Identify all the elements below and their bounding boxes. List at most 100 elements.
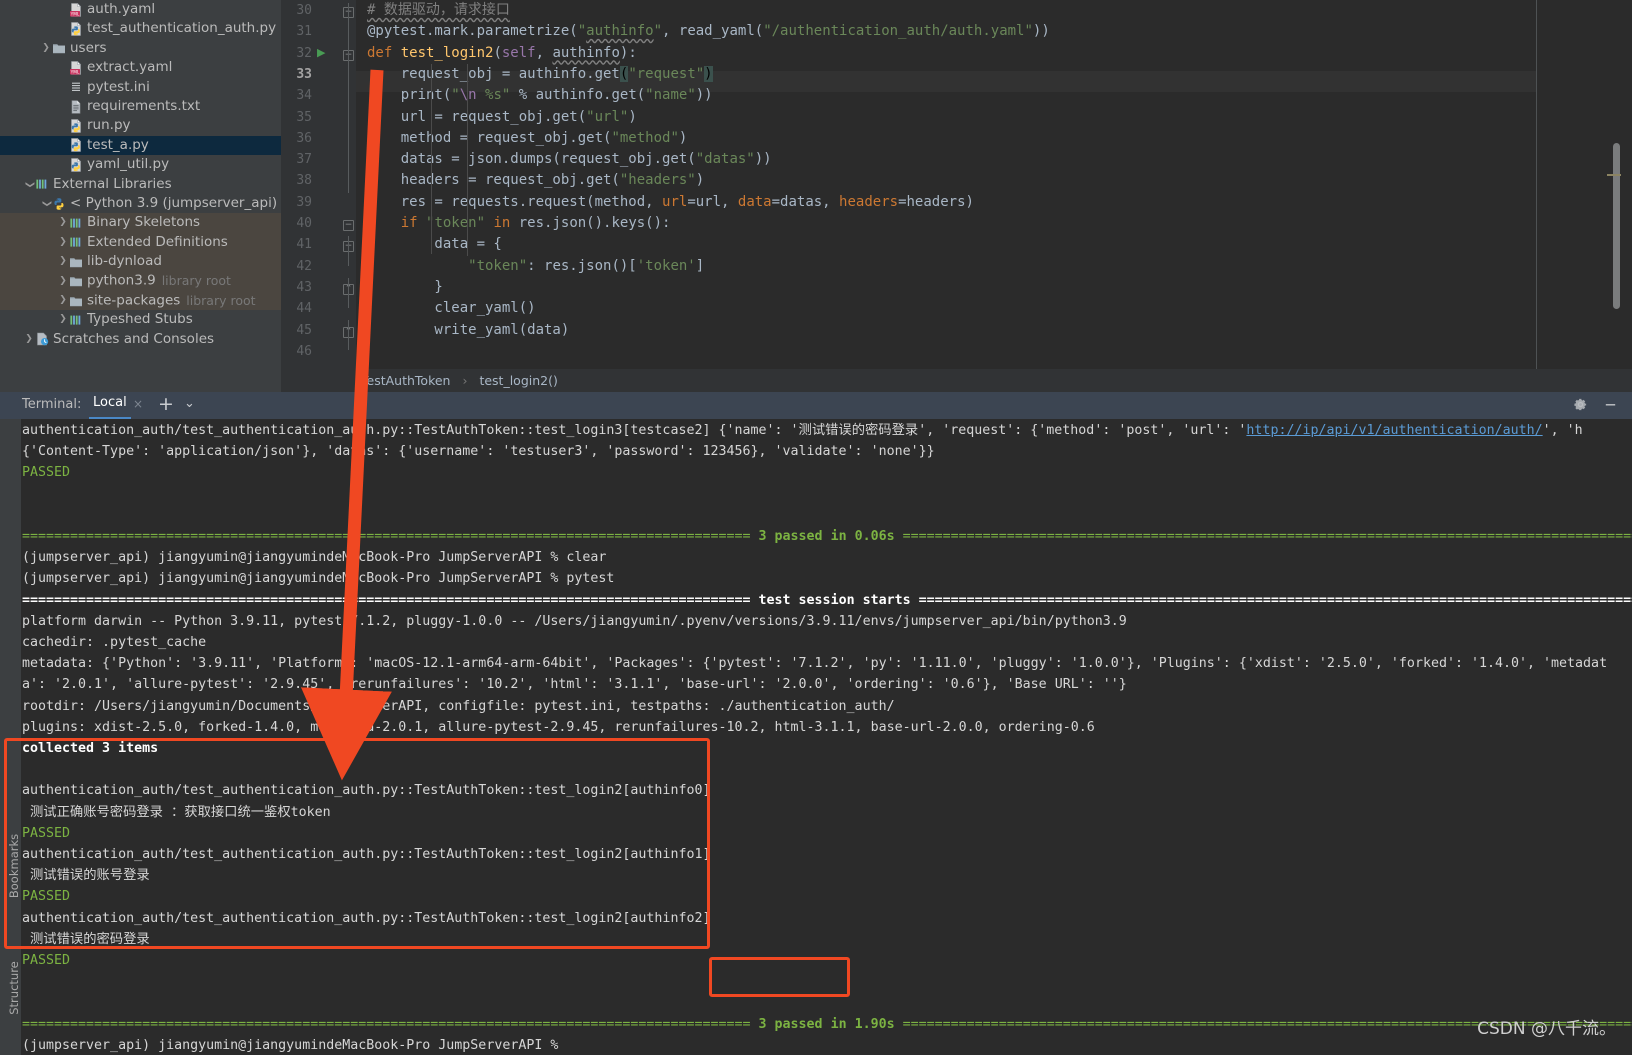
terminal-line: authentication_auth/test_authentication_… — [22, 783, 711, 799]
folder-icon — [69, 274, 83, 288]
code-line[interactable]: @pytest.mark.parametrize("authinfo", rea… — [367, 21, 1050, 42]
code-line[interactable]: write_yaml(data) — [367, 320, 569, 341]
sidebar-item-structure[interactable]: Structure — [7, 948, 21, 1028]
tree-item-label: requirements.txt — [87, 97, 201, 114]
terminal-line: a': '2.0.1', 'allure-pytest': '2.9.45', … — [22, 677, 1127, 693]
fold-connector — [348, 236, 349, 266]
tree-item-label: Scratches and Consoles — [53, 330, 215, 347]
left-tool-strip: Bookmarks Structure — [0, 419, 21, 1055]
code-content[interactable]: # 数据驱动，请求接口 @pytest.mark.parametrize("aut… — [367, 0, 1517, 369]
chevron-right-icon[interactable]: ❯ — [57, 252, 69, 271]
line-number: 38 — [296, 173, 312, 189]
chevron-right-icon[interactable]: ❯ — [57, 272, 69, 291]
library-icon — [69, 216, 83, 230]
terminal-toolbar: Terminal: Local × + ⌄ — [0, 392, 1632, 419]
tree-item-typeshed-stubs[interactable]: ❯ Typeshed Stubs — [0, 310, 281, 329]
tree-item-python-3-9-jumpserver-api-u[interactable]: ❯< Python 3.9 (jumpserver_api) > /U — [0, 194, 281, 213]
yaml-file-icon: YML — [69, 60, 83, 75]
editor-gutter[interactable]: 30−3132▶−3334353637383940−41−4243⌃4445⌃4… — [281, 0, 356, 369]
add-terminal-icon[interactable]: + — [158, 393, 174, 415]
tree-item-test-a-py[interactable]: test_a.py — [0, 135, 281, 156]
chevron-right-icon[interactable]: ❯ — [57, 213, 69, 232]
tree-item-auth-yaml[interactable]: YML auth.yaml — [0, 0, 281, 19]
chevron-right-icon[interactable]: ❯ — [40, 39, 52, 58]
line-number: 30 — [296, 3, 312, 18]
scrollbar-marker — [1607, 174, 1621, 176]
code-line[interactable]: request_obj = authinfo.get("request") — [367, 64, 713, 85]
chevron-down-icon[interactable]: ⌄ — [184, 396, 195, 411]
chevron-right-icon[interactable]: ❯ — [57, 310, 69, 329]
sidebar-item-bookmarks[interactable]: Bookmarks — [7, 826, 21, 906]
tree-item-external-libraries[interactable]: ❯ External Libraries — [0, 175, 281, 194]
line-number: 46 — [296, 343, 312, 359]
tree-item-label: test_authentication_auth.py — [87, 20, 277, 37]
code-editor[interactable]: 30−3132▶−3334353637383940−41−4243⌃4445⌃4… — [281, 0, 1632, 392]
terminal-line: 测试错误的密码登录 — [22, 931, 150, 947]
library-icon — [69, 313, 83, 327]
run-gutter-icon[interactable]: ▶ — [317, 46, 325, 59]
terminal-line: platform darwin -- Python 3.9.11, pytest… — [22, 613, 1127, 629]
top-area: YML auth.yaml test_authentication_auth.py… — [0, 0, 1632, 392]
code-line[interactable]: data = { — [367, 234, 501, 255]
breadcrumb-method[interactable]: test_login2() — [479, 373, 557, 388]
code-line[interactable]: clear_yaml() — [367, 298, 535, 319]
code-line[interactable]: method = request_obj.get("method") — [367, 128, 688, 149]
terminal-line: authentication_auth/test_authentication_… — [22, 910, 711, 926]
code-line[interactable]: print("\n %s" % authinfo.get("name")) — [367, 85, 713, 106]
code-line[interactable]: res = requests.request(method, url=url, … — [367, 192, 974, 213]
tree-item-python3-9[interactable]: ❯ python3.9 library root — [0, 271, 281, 291]
tree-item-requirements-txt[interactable]: requirements.txt — [0, 97, 281, 116]
python-file-icon — [69, 22, 83, 36]
gear-icon[interactable] — [1573, 397, 1588, 416]
line-number: 34 — [296, 88, 312, 104]
code-line[interactable]: # 数据驱动，请求接口 — [367, 0, 510, 21]
terminal-line: 测试正确账号密码登录 ：获取接口统一鉴权token — [22, 804, 331, 820]
tree-item-run-py[interactable]: run.py — [0, 116, 281, 135]
tree-item-extract-yaml[interactable]: YML extract.yaml — [0, 58, 281, 77]
breadcrumb-class[interactable]: TestAuthToken — [361, 373, 450, 388]
code-line[interactable]: datas = json.dumps(request_obj.get("data… — [367, 149, 772, 170]
code-line[interactable]: "token": res.json()['token'] — [367, 256, 704, 277]
project-tree-panel[interactable]: YML auth.yaml test_authentication_auth.py… — [0, 0, 281, 392]
line-number: 31 — [296, 24, 312, 40]
code-line[interactable]: headers = request_obj.get("headers") — [367, 170, 704, 191]
terminal-output[interactable]: authentication_auth/test_authentication_… — [0, 419, 1632, 1055]
editor-vertical-scrollbar[interactable] — [1613, 143, 1620, 309]
line-number: 43 — [296, 279, 312, 295]
tree-item-label: pytest.ini — [87, 78, 150, 95]
tree-item-users[interactable]: ❯ users — [0, 39, 281, 58]
tree-item-label: users — [70, 39, 107, 56]
tree-item-label: < Python 3.9 (jumpserver_api) > /U — [70, 194, 281, 211]
tree-item-site-packages[interactable]: ❯ site-packages library root — [0, 290, 281, 311]
minimize-icon[interactable] — [1603, 397, 1618, 416]
chevron-right-icon[interactable]: ❯ — [23, 330, 35, 349]
chevron-right-icon[interactable]: ❯ — [57, 291, 69, 310]
code-line[interactable]: if "token" in res.json().keys(): — [367, 213, 671, 234]
tree-item-pytest-ini[interactable]: pytest.ini — [0, 78, 281, 97]
folder-icon — [69, 255, 83, 269]
tree-item-label: extract.yaml — [87, 59, 173, 76]
tree-item-yaml-util-py[interactable]: yaml_util.py — [0, 155, 281, 174]
line-number: 41 — [296, 237, 312, 253]
code-line[interactable]: } — [367, 277, 442, 298]
tree-item-lib-dynload[interactable]: ❯ lib-dynload — [0, 252, 281, 272]
terminal-line: plugins: xdist-2.5.0, forked-1.4.0, meta… — [22, 719, 1095, 735]
url-link[interactable]: http://ip/api/v1/authentication/auth/ — [1246, 423, 1542, 438]
indent-guide — [431, 64, 432, 254]
tree-item-binary-skeletons[interactable]: ❯ Binary Skeletons — [0, 213, 281, 233]
line-number: 35 — [296, 109, 312, 125]
fold-collapse-icon[interactable]: − — [343, 220, 354, 231]
chevron-right-icon[interactable]: ❯ — [57, 233, 69, 252]
tree-item-sublabel: library root — [161, 273, 231, 289]
terminal-tab-local[interactable]: Local — [89, 395, 131, 419]
tree-item-scratches-and-consoles[interactable]: ❯ Scratches and Consoles — [0, 330, 281, 349]
code-line[interactable]: url = request_obj.get("url") — [367, 107, 637, 128]
code-line[interactable]: def test_login2(self, authinfo): — [367, 43, 637, 64]
tree-item-extended-definitions[interactable]: ❯ Extended Definitions — [0, 232, 281, 253]
tree-item-test-authentication-auth-py[interactable]: test_authentication_auth.py — [0, 19, 281, 38]
close-icon[interactable]: × — [133, 397, 143, 411]
terminal-line: PASSED — [22, 465, 71, 481]
